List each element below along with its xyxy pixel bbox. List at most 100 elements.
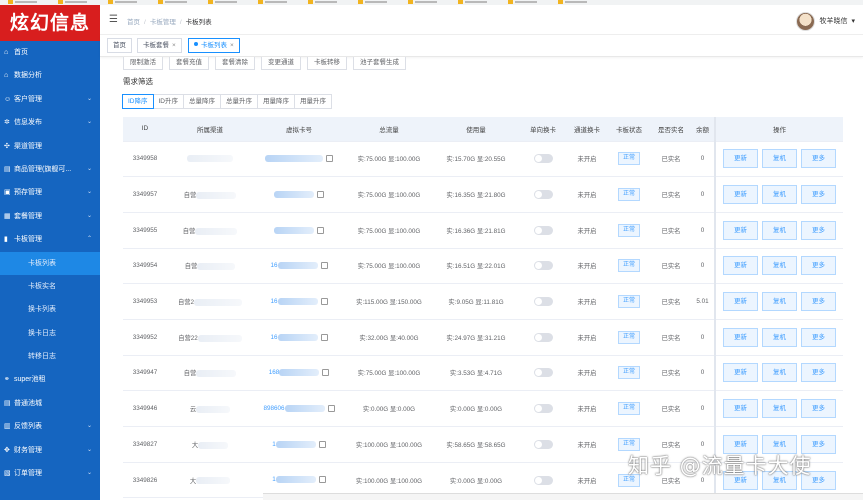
sidebar-item[interactable]: 卡板实名 <box>0 275 100 298</box>
avatar[interactable] <box>796 11 816 31</box>
one-way-switch-toggle[interactable] <box>533 154 553 164</box>
one-way-switch-toggle[interactable] <box>533 404 553 414</box>
sidebar-item[interactable]: ✲ 信息发布 ⌄ <box>0 111 100 134</box>
one-way-switch-toggle[interactable] <box>533 332 553 342</box>
copy-icon[interactable] <box>318 476 326 484</box>
sidebar-item[interactable]: ▮ 卡板管理 ⌃ <box>0 228 100 251</box>
package-recharge-button[interactable]: 套餐充值 <box>169 57 209 70</box>
one-way-switch-toggle[interactable] <box>533 368 553 378</box>
bookmark-item[interactable] <box>258 0 288 4</box>
bookmark-item[interactable] <box>108 0 138 4</box>
more-button[interactable]: 更多 <box>801 185 836 205</box>
copy-icon[interactable] <box>318 440 326 448</box>
copy-icon[interactable] <box>327 405 335 413</box>
bookmark-item[interactable] <box>208 0 238 4</box>
close-icon[interactable]: × <box>172 42 176 49</box>
bookmark-item[interactable] <box>8 0 38 4</box>
more-button[interactable]: 更多 <box>801 363 836 383</box>
one-way-switch-toggle[interactable] <box>533 439 553 449</box>
copy-icon[interactable] <box>317 190 324 198</box>
copy-icon[interactable] <box>320 333 328 341</box>
copy-icon[interactable] <box>317 226 324 234</box>
pool-package-generate-button[interactable]: 池子套餐生成 <box>353 57 406 70</box>
sort-total-asc-button[interactable]: 总量升序 <box>220 94 258 109</box>
bookmark-item[interactable] <box>58 0 88 4</box>
copy-icon[interactable] <box>320 262 328 270</box>
one-way-switch-toggle[interactable] <box>533 190 553 200</box>
update-button[interactable]: 更新 <box>723 327 758 347</box>
user-name[interactable]: 牧羊晓信 <box>819 16 847 26</box>
limit-activation-button[interactable]: 限制激活 <box>123 57 163 70</box>
bookmark-item[interactable] <box>358 0 388 4</box>
sidebar-item[interactable]: ▦ 套餐管理 ⌄ <box>0 205 100 228</box>
tab-card-list[interactable]: 卡板列表 × <box>188 38 240 53</box>
cell-realname: 已实名 <box>651 141 691 178</box>
sidebar-item[interactable]: ▣ 预存管理 ⌄ <box>0 181 100 204</box>
sidebar-item[interactable]: 换卡列表 <box>0 298 100 321</box>
sort-id-desc-button[interactable]: ID降序 <box>122 94 154 109</box>
restore-button[interactable]: 复机 <box>762 256 797 276</box>
bookmark-item[interactable] <box>508 0 538 4</box>
hamburger-icon[interactable]: ☰ <box>109 14 118 25</box>
sidebar-item[interactable]: ✥ 财务管理 ⌄ <box>0 439 100 462</box>
restore-button[interactable]: 复机 <box>762 220 797 240</box>
more-button[interactable]: 更多 <box>801 220 836 240</box>
sidebar-item[interactable]: ▧ 订单管理 ⌄ <box>0 462 100 485</box>
sidebar-item[interactable]: ⌂ 数据分析 <box>0 64 100 87</box>
restore-button[interactable]: 复机 <box>762 185 797 205</box>
one-way-switch-toggle[interactable] <box>533 261 553 271</box>
sidebar-item[interactable]: 转移日志 <box>0 345 100 368</box>
bookmark-item[interactable] <box>308 0 338 4</box>
bookmark-item[interactable] <box>158 0 188 4</box>
sort-usage-asc-button[interactable]: 用量升序 <box>294 94 332 109</box>
sort-total-desc-button[interactable]: 总量降序 <box>183 94 221 109</box>
package-clear-button[interactable]: 套餐清除 <box>215 57 255 70</box>
bookmark-item[interactable] <box>558 0 588 4</box>
copy-icon[interactable] <box>320 298 328 305</box>
sort-usage-desc-button[interactable]: 用量降序 <box>257 94 295 109</box>
update-button[interactable]: 更新 <box>723 185 758 205</box>
more-button[interactable]: 更多 <box>801 256 836 276</box>
close-icon[interactable]: × <box>230 42 234 49</box>
user-menu[interactable]: 牧羊晓信 ▾ <box>796 10 855 32</box>
sidebar-item[interactable]: ▥ 反馈列表 ⌄ <box>0 415 100 438</box>
restore-button[interactable]: 复机 <box>762 149 797 169</box>
tab-home[interactable]: 首页 <box>107 38 132 53</box>
restore-button[interactable]: 复机 <box>762 363 797 383</box>
more-button[interactable]: 更多 <box>801 292 836 312</box>
one-way-switch-toggle[interactable] <box>533 297 553 307</box>
update-button[interactable]: 更新 <box>723 220 758 240</box>
sort-id-asc-button[interactable]: ID升序 <box>152 94 184 109</box>
more-button[interactable]: 更多 <box>801 149 836 169</box>
update-button[interactable]: 更新 <box>723 399 758 419</box>
card-transfer-button[interactable]: 卡板转移 <box>307 57 347 70</box>
one-way-switch-toggle[interactable] <box>533 225 553 235</box>
one-way-switch-toggle[interactable] <box>533 475 553 485</box>
bookmark-item[interactable] <box>458 0 488 4</box>
sidebar-item[interactable]: ☺ 客户管理 ⌄ <box>0 88 100 111</box>
copy-icon[interactable] <box>322 369 330 377</box>
update-button[interactable]: 更新 <box>723 292 758 312</box>
update-button[interactable]: 更新 <box>723 149 758 169</box>
sidebar-item[interactable]: ▤ 普通池城 <box>0 392 100 415</box>
more-button[interactable]: 更多 <box>801 399 836 419</box>
chevron-down-icon[interactable]: ▾ <box>851 17 855 25</box>
sidebar-item[interactable]: ▤ 商品管理(旗舰可... ⌄ <box>0 158 100 181</box>
change-channel-button[interactable]: 变更通道 <box>261 57 301 70</box>
sidebar-item[interactable]: ⌂ 首页 <box>0 41 100 64</box>
restore-button[interactable]: 复机 <box>762 399 797 419</box>
breadcrumb-item-home[interactable]: 首页 <box>127 19 140 26</box>
tab-card-package[interactable]: 卡板套餐 × <box>137 38 182 53</box>
cell-one-way-switch <box>519 248 567 285</box>
update-button[interactable]: 更新 <box>723 256 758 276</box>
more-button[interactable]: 更多 <box>801 327 836 347</box>
bookmark-item[interactable] <box>408 0 438 4</box>
copy-icon[interactable] <box>326 155 333 163</box>
sidebar-item[interactable]: ✣ 渠道管理 <box>0 135 100 158</box>
update-button[interactable]: 更新 <box>723 363 758 383</box>
restore-button[interactable]: 复机 <box>762 327 797 347</box>
restore-button[interactable]: 复机 <box>762 292 797 312</box>
sidebar-item[interactable]: ⚭ super池租 <box>0 368 100 391</box>
sidebar-item[interactable]: 卡板列表 <box>0 251 100 275</box>
sidebar-item[interactable]: 换卡日志 <box>0 322 100 345</box>
